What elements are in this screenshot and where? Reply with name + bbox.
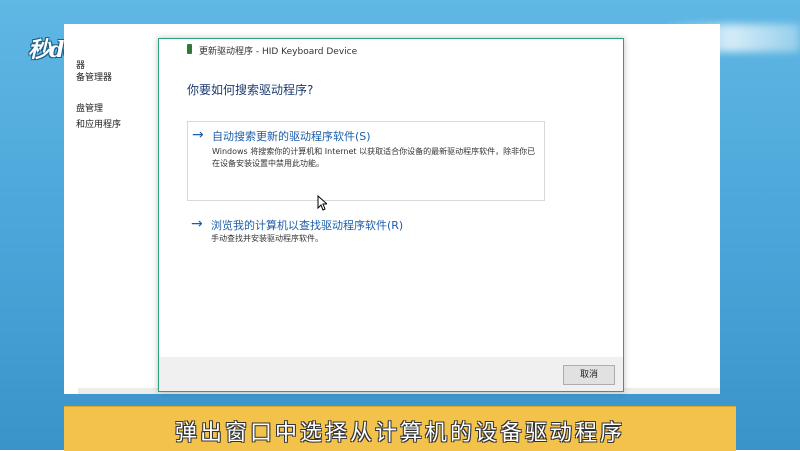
device-icon	[187, 44, 192, 54]
update-driver-dialog: 更新驱动程序 - HID Keyboard Device 你要如何搜索驱动程序?…	[158, 38, 624, 392]
screen-area: 器 备管理器 盘管理 和应用程序 更新驱动程序 - HID Keyboard D…	[64, 24, 720, 394]
tree-item-disk-management[interactable]: 盘管理	[76, 101, 103, 114]
dialog-titlebar[interactable]: 更新驱动程序 - HID Keyboard Device	[159, 39, 623, 61]
dialog-heading: 你要如何搜索驱动程序?	[187, 83, 314, 97]
auto-search-option[interactable]: → 自动搜索更新的驱动程序软件(S) Windows 将搜索你的计算机和 Int…	[187, 121, 545, 201]
browse-computer-title: 浏览我的计算机以查找驱动程序软件(R)	[211, 219, 404, 232]
auto-search-title: 自动搜索更新的驱动程序软件(S)	[212, 130, 371, 143]
mouse-pointer-icon	[317, 195, 327, 211]
cancel-button[interactable]: 取消	[563, 365, 615, 385]
dialog-title: 更新驱动程序 - HID Keyboard Device	[199, 47, 358, 57]
browse-computer-description: 手动查找并安装驱动程序软件。	[211, 234, 323, 243]
dialog-footer: 取消	[159, 357, 623, 391]
tree-item-device-manager[interactable]: 备管理器	[76, 70, 112, 83]
arrow-right-icon: →	[191, 216, 203, 232]
tree-item-apps[interactable]: 和应用程序	[76, 117, 121, 130]
arrow-right-icon: →	[192, 127, 204, 143]
subtitle-bar: 弹出窗口中选择从计算机的设备驱动程序	[64, 406, 736, 451]
browse-computer-option[interactable]: → 浏览我的计算机以查找驱动程序软件(R) 手动查找并安装驱动程序软件。	[187, 211, 543, 261]
subtitle-caption: 弹出窗口中选择从计算机的设备驱动程序	[174, 421, 625, 446]
auto-search-description: Windows 将搜索你的计算机和 Internet 以获取适合你设备的最新驱动…	[212, 147, 536, 168]
device-manager-panel: 器 备管理器 盘管理 和应用程序	[64, 24, 158, 394]
